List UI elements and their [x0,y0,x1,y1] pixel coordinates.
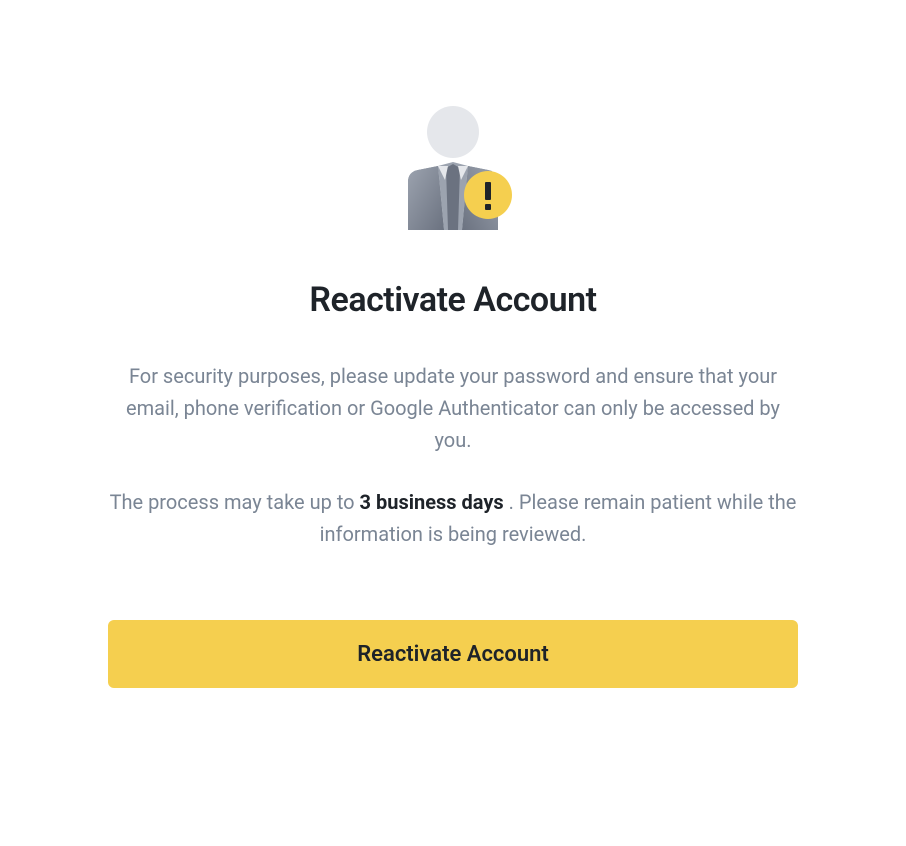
process-time-description: The process may take up to 3 business da… [108,486,798,550]
reactivate-account-panel: Reactivate Account For security purposes… [108,100,798,688]
reactivate-account-button[interactable]: Reactivate Account [108,620,798,688]
user-alert-icon [388,100,518,230]
process-time-bold: 3 business days [360,490,504,514]
security-description: For security purposes, please update you… [108,360,798,456]
page-title: Reactivate Account [309,280,596,320]
process-time-prefix: The process may take up to [110,490,360,514]
